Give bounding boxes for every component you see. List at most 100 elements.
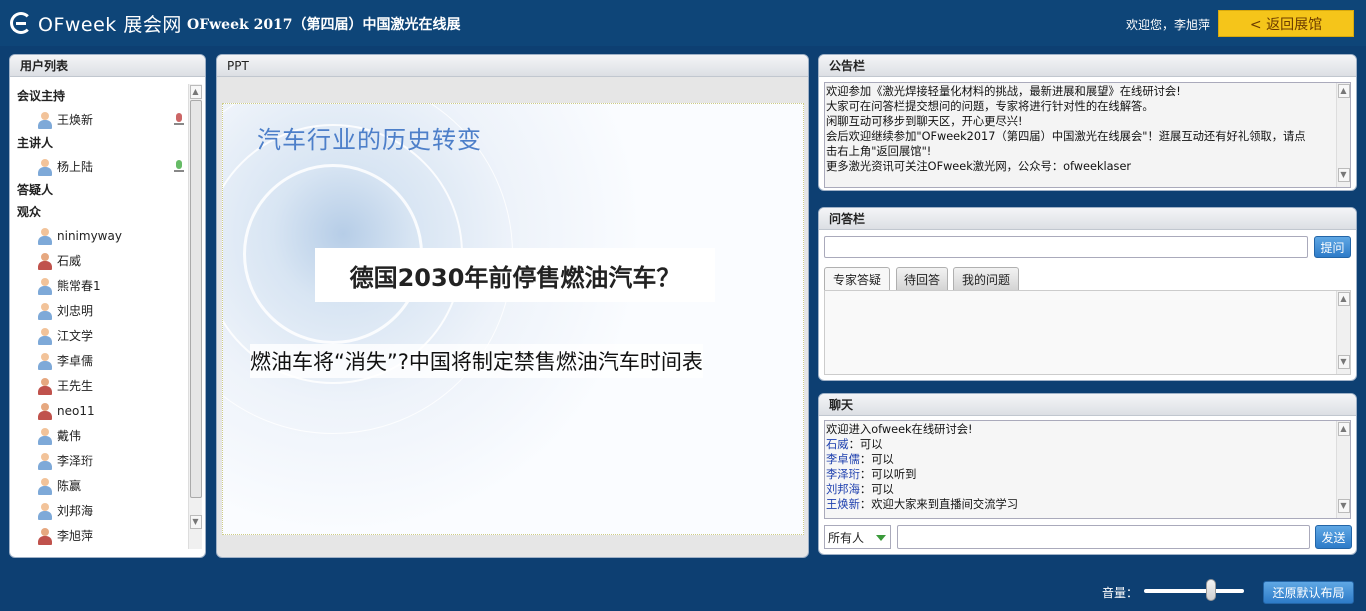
event-title: OFweek 2017（第四届）中国激光在线展 [187, 17, 461, 33]
ofweek-e-icon [10, 12, 32, 34]
chat-message: 刘邦海：可以 [826, 482, 1350, 497]
notice-line: 击右上角"返回展馆"! [826, 145, 932, 158]
volume-slider-track[interactable] [1144, 589, 1244, 593]
user-list-panel: 用户列表 会议主持 王焕新 主讲人 杨上陆 答疑人 观众 ninimyway 石… [9, 54, 206, 558]
scroll-up-arrow-icon[interactable]: ▲ [1337, 84, 1350, 98]
user-name: 李卓儒 [57, 354, 94, 368]
scroll-down-arrow-icon[interactable]: ▼ [189, 515, 202, 529]
recipient-select[interactable]: 所有人 [824, 525, 891, 549]
user-avatar-icon [36, 452, 54, 470]
chat-input[interactable] [897, 525, 1310, 549]
scroll-up-arrow-icon[interactable]: ▲ [1337, 422, 1350, 436]
question-input[interactable] [824, 236, 1308, 258]
user-name: 刘邦海 [57, 504, 94, 518]
user-avatar-icon [36, 527, 54, 545]
slide-title: 汽车行业的历史转变 [257, 126, 482, 154]
welcome-text: 欢迎您，李旭萍 [1126, 18, 1211, 32]
user-list-title: 用户列表 [10, 55, 205, 77]
notice-line: 会后欢迎继续参加"OFweek2017（第四届）中国激光在线展会"！逛展互动还有… [826, 130, 1306, 143]
qa-answer-area: ▲ ▼ [824, 290, 1351, 375]
chat-sender[interactable]: 王焕新 [826, 498, 860, 511]
logo-text: OFweek 展会网 [38, 13, 182, 36]
notice-scrollbar[interactable]: ▲ ▼ [1336, 83, 1350, 187]
audience-user[interactable]: 刘忠明 [10, 298, 190, 323]
audience-user[interactable]: 熊常春1 [10, 273, 190, 298]
volume-slider-knob[interactable] [1206, 579, 1216, 601]
chat-message: 李泽珩：可以听到 [826, 467, 1350, 482]
ppt-title: PPT [217, 55, 808, 77]
mic-muted-icon[interactable] [173, 113, 185, 126]
audience-user[interactable]: ninimyway [10, 223, 190, 248]
user-avatar-icon [36, 302, 54, 320]
chat-sender[interactable]: 石威 [826, 438, 849, 451]
group-qa: 答疑人 [17, 183, 54, 197]
ppt-panel: PPT 汽车行业的历史转变 德国2030年前停售燃油汽车？ 燃油车将“消失”?中… [216, 54, 809, 558]
notice-line: 闲聊互动可移步到聊天区，开心更尽兴! [826, 115, 1023, 128]
user-name: neo11 [57, 403, 95, 418]
user-name: 江文学 [57, 329, 94, 343]
notice-line: 大家可在问答栏提交想问的问题，专家将进行针对性的在线解答。 [826, 100, 1154, 113]
user-list-scrollbar[interactable]: ▲ ▼ [188, 84, 202, 549]
ask-question-button[interactable]: 提问 [1314, 236, 1351, 258]
group-host: 会议主持 [17, 89, 66, 103]
scroll-up-arrow-icon[interactable]: ▲ [1337, 292, 1350, 306]
notice-line: 欢迎参加《激光焊接轻量化材料的挑战，最新进展和展望》在线研讨会! [826, 85, 1181, 98]
chat-sender[interactable]: 刘邦海 [826, 483, 860, 496]
user-name: 石威 [57, 254, 82, 268]
chat-messages: 欢迎进入ofweek在线研讨会! 石威：可以 李卓儒：可以 李泽珩：可以听到 刘… [824, 420, 1351, 519]
user-host[interactable]: 王焕新 [10, 107, 190, 132]
volume-label: 音量： [1102, 586, 1139, 600]
scroll-down-arrow-icon[interactable]: ▼ [1337, 355, 1350, 369]
user-avatar-icon [36, 111, 54, 129]
chat-scrollbar[interactable]: ▲ ▼ [1336, 421, 1350, 518]
user-name: 王先生 [57, 379, 94, 393]
notice-content: 欢迎参加《激光焊接轻量化材料的挑战，最新进展和展望》在线研讨会! 大家可在问答栏… [824, 82, 1351, 188]
notice-line: 更多激光资讯可关注OFweek激光网，公众号：ofweeklaser [826, 160, 1132, 173]
chat-separator: ： [859, 468, 872, 481]
user-speaker[interactable]: 杨上陆 [10, 154, 190, 179]
scroll-up-arrow-icon[interactable]: ▲ [189, 85, 202, 99]
audience-user[interactable]: neo11 [10, 398, 190, 423]
scroll-down-arrow-icon[interactable]: ▼ [1337, 499, 1350, 513]
chat-text: 欢迎大家来到直播间交流学习 [871, 498, 1019, 511]
audience-user[interactable]: 陈赢 [10, 473, 190, 498]
tab-my-questions[interactable]: 我的问题 [953, 267, 1019, 290]
user-name: 熊常春1 [57, 279, 101, 293]
chat-text: 可以 [859, 438, 883, 451]
chat-separator: ： [848, 438, 860, 451]
user-name: 王焕新 [57, 113, 94, 127]
top-header: OFweek 展会网 OFweek 2017（第四届）中国激光在线展 欢迎您，李… [0, 0, 1366, 46]
audience-user[interactable]: 李泽珩 [10, 448, 190, 473]
reset-layout-button[interactable]: 还原默认布局 [1263, 581, 1354, 604]
group-audience: 观众 [17, 205, 42, 219]
scroll-down-arrow-icon[interactable]: ▼ [1337, 168, 1350, 182]
chat-text: 可以听到 [871, 468, 917, 481]
audience-user[interactable]: 石威 [10, 248, 190, 273]
presentation-slide: 汽车行业的历史转变 德国2030年前停售燃油汽车？ 燃油车将“消失”?中国将制定… [222, 103, 804, 535]
audience-user[interactable]: 江文学 [10, 323, 190, 348]
chat-panel: 聊天 欢迎进入ofweek在线研讨会! 石威：可以 李卓儒：可以 李泽珩：可以听… [818, 393, 1357, 555]
qa-title: 问答栏 [819, 208, 1356, 230]
user-name: 杨上陆 [57, 160, 94, 174]
user-name: 李泽珩 [57, 454, 94, 468]
chat-title: 聊天 [819, 394, 1356, 416]
scroll-thumb[interactable] [189, 100, 202, 498]
user-avatar-icon [36, 477, 54, 495]
chat-sender[interactable]: 李卓儒 [826, 453, 860, 466]
audience-user[interactable]: 李旭萍 [10, 523, 190, 547]
slide-question: 德国2030年前停售燃油汽车？ [315, 248, 715, 302]
send-button[interactable]: 发送 [1315, 525, 1352, 549]
qa-scrollbar[interactable]: ▲ ▼ [1336, 291, 1350, 374]
mic-on-icon[interactable] [173, 160, 185, 173]
tab-pending[interactable]: 待回答 [896, 267, 948, 290]
tab-expert-answers[interactable]: 专家答疑 [824, 267, 890, 290]
back-to-hall-button[interactable]: < 返回展馆 [1218, 10, 1354, 37]
audience-user[interactable]: 戴伟 [10, 423, 190, 448]
audience-user[interactable]: 李卓儒 [10, 348, 190, 373]
audience-user[interactable]: 王先生 [10, 373, 190, 398]
ofweek-logo[interactable]: OFweek 展会网 [10, 8, 182, 38]
notice-panel: 公告栏 欢迎参加《激光焊接轻量化材料的挑战，最新进展和展望》在线研讨会! 大家可… [818, 54, 1357, 191]
audience-user[interactable]: 刘邦海 [10, 498, 190, 523]
user-avatar-icon [36, 277, 54, 295]
chat-sender[interactable]: 李泽珩 [826, 468, 860, 481]
